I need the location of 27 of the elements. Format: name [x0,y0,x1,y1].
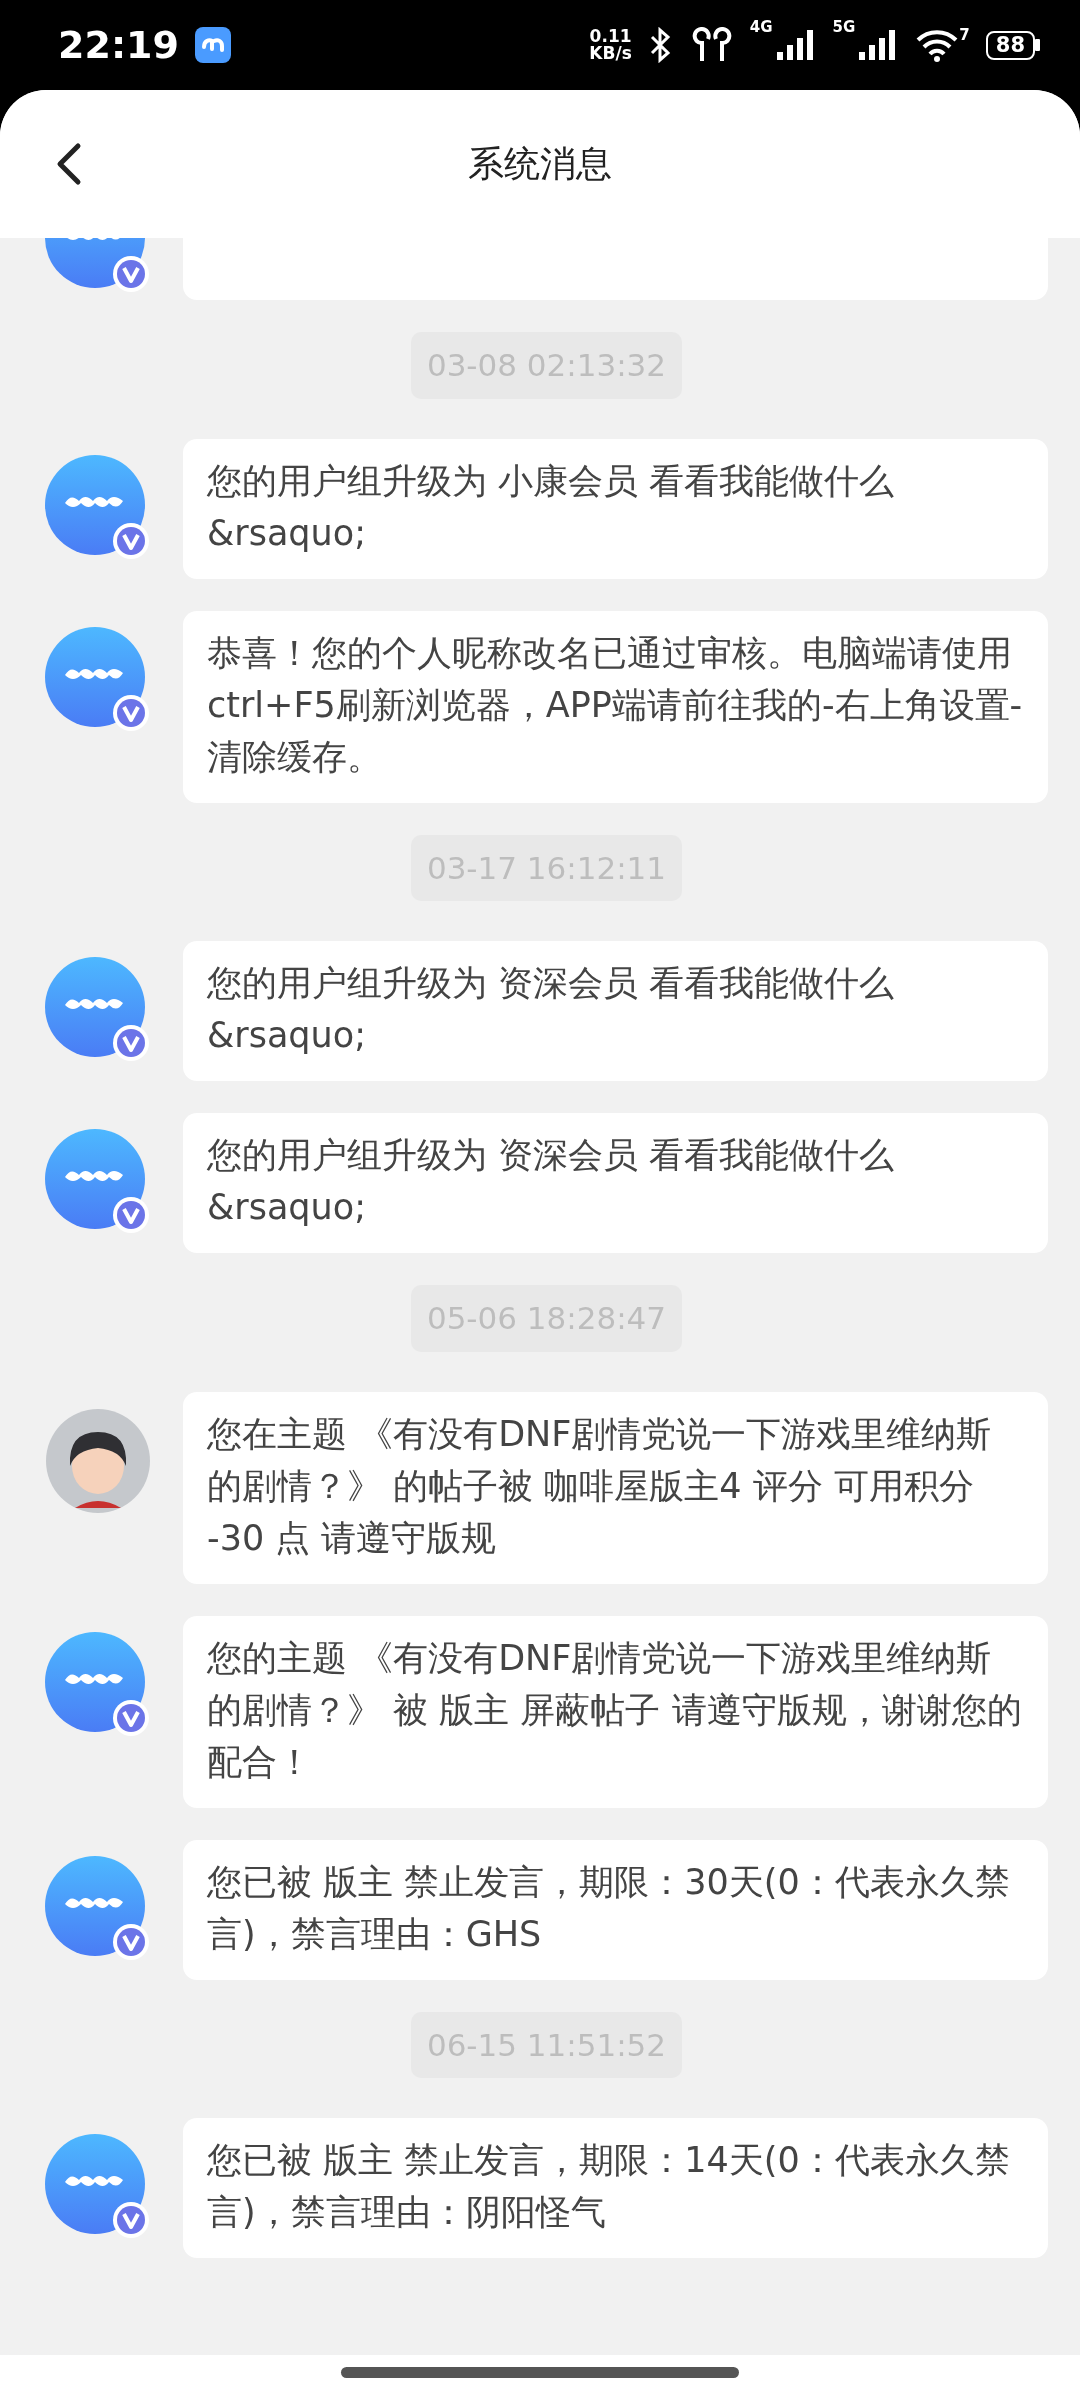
message-card[interactable]: 您已被 版主 禁止发言，期限：14天(0：代表永久禁言)，禁言理由：阴阳怪气 [183,2118,1048,2258]
wifi-band-label: 7 [959,28,970,43]
app-notification-icon [194,27,231,63]
message-card[interactable]: 您的用户组升级为 小康会员 看看我能做什么 &rsaquo; [183,438,1048,579]
verified-avatar-icon [45,454,151,561]
message-card[interactable]: 您的用户组升级为 资深会员 看看我能做什么 &rsaquo; [183,1113,1048,1253]
message-card[interactable]: 您的用户组升级为 资深会员 看看我能做什么 &rsaquo; [183,941,1048,1081]
network-type: 4G [749,20,773,35]
person-avatar-icon [45,1407,151,1514]
message-card[interactable]: 您已被 版主 禁止发言，期限：30天(0：代表永久禁言)，禁言理由：GHS [183,1839,1048,1980]
clock-time: 22:19 [58,21,179,69]
battery-level: 88 [985,30,1035,60]
message-card[interactable]: 恭喜！您的个人昵称改名已通过审核。电脑端请使用ctrl+F5刷新浏览器，APP端请前往我的-右上角设置-清除缓存。 [183,610,1048,803]
message-card[interactable]: 您的主题 《有没有DNF剧情党说一下游戏里维纳斯的剧情？》 被 版主 屏蔽帖子 请遵守版规，谢谢您的配合！ [183,1615,1048,1808]
verified-avatar-icon [45,1855,151,1962]
message-card[interactable]: 您在主题 《有没有DNF剧情党说一下游戏里维纳斯的剧情？》 的帖子被 咖啡屋版主4 评分 可用积分 -30 点 请遵守版规 [183,1391,1048,1584]
network-speed: 0.11 KB/s [589,28,632,62]
wifi-icon [915,28,960,62]
battery-tip-icon [1035,39,1040,51]
verified-avatar-icon [45,626,151,733]
verified-avatar-icon [45,2134,151,2240]
home-indicator[interactable] [341,2367,739,2378]
page-title: 系统消息 [468,142,612,186]
verified-avatar-icon [45,957,151,1063]
verified-avatar-icon [45,1129,151,1235]
network-type: 5G [832,20,856,35]
verified-avatar-icon [45,1631,151,1738]
